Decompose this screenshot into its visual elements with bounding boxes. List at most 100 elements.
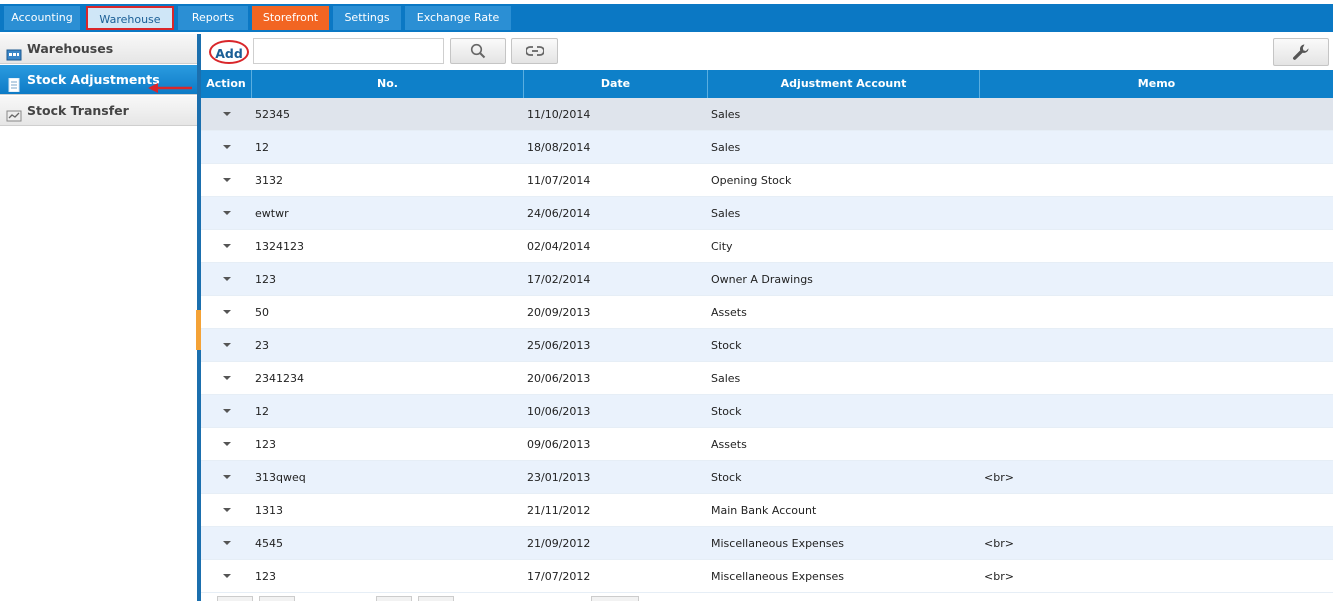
sidebar-item-label: Stock Transfer xyxy=(27,103,129,118)
pager-button[interactable] xyxy=(376,596,412,601)
pager-button[interactable] xyxy=(418,596,454,601)
cell-date: 21/09/2012 xyxy=(527,537,591,550)
cell-no: 4545 xyxy=(255,537,283,550)
cell-no: 52345 xyxy=(255,108,290,121)
table-row[interactable]: 313qweq 23/01/2013 Stock <br> xyxy=(201,461,1333,494)
tab-settings[interactable]: Settings xyxy=(333,6,401,30)
table-row[interactable]: 4545 21/09/2012 Miscellaneous Expenses <br> xyxy=(201,527,1333,560)
row-action-dropdown[interactable] xyxy=(201,230,252,263)
caret-down-icon xyxy=(223,409,231,413)
table-row[interactable]: 52345 11/10/2014 Sales xyxy=(201,98,1333,131)
row-action-dropdown[interactable] xyxy=(201,131,252,164)
page-size-select[interactable] xyxy=(591,596,639,601)
cell-adjustment-account: Assets xyxy=(711,438,747,451)
cell-no: 123 xyxy=(255,273,276,286)
table-header: Action No. Date Adjustment Account Memo xyxy=(201,70,1333,98)
cell-date: 24/06/2014 xyxy=(527,207,591,220)
caret-down-icon xyxy=(223,376,231,380)
cell-adjustment-account: Assets xyxy=(711,306,747,319)
row-action-dropdown[interactable] xyxy=(201,164,252,197)
transfer-icon xyxy=(6,104,22,122)
caret-down-icon xyxy=(223,574,231,578)
add-button[interactable]: Add xyxy=(209,40,249,64)
cell-date: 23/01/2013 xyxy=(527,471,591,484)
caret-down-icon xyxy=(223,277,231,281)
tab-warehouse[interactable]: Warehouse xyxy=(86,6,174,30)
sidebar-item-warehouses[interactable]: Warehouses xyxy=(0,34,197,64)
table-row[interactable]: 1324123 02/04/2014 City xyxy=(201,230,1333,263)
cell-date: 18/08/2014 xyxy=(527,141,591,154)
caret-down-icon xyxy=(223,343,231,347)
table-row[interactable]: 3132 11/07/2014 Opening Stock xyxy=(201,164,1333,197)
column-header-memo[interactable]: Memo xyxy=(980,70,1333,98)
sidebar-item-stock-transfer[interactable]: Stock Transfer xyxy=(0,96,197,126)
sidebar-item-label: Stock Adjustments xyxy=(27,72,160,87)
row-action-dropdown[interactable] xyxy=(201,494,252,527)
cell-date: 11/07/2014 xyxy=(527,174,591,187)
cell-date: 11/10/2014 xyxy=(527,108,591,121)
table-row[interactable]: 123 17/07/2012 Miscellaneous Expenses <br> xyxy=(201,560,1333,593)
column-header-adjustment-account[interactable]: Adjustment Account xyxy=(708,70,980,98)
table-row[interactable]: 12 10/06/2013 Stock xyxy=(201,395,1333,428)
column-header-action[interactable]: Action xyxy=(201,70,252,98)
cell-memo: <br> xyxy=(984,537,1014,550)
cell-adjustment-account: Stock xyxy=(711,339,742,352)
cell-adjustment-account: Miscellaneous Expenses xyxy=(711,537,845,550)
row-action-dropdown[interactable] xyxy=(201,428,252,461)
row-action-dropdown[interactable] xyxy=(201,329,252,362)
tab-accounting[interactable]: Accounting xyxy=(4,6,80,30)
annotation-arrow-icon xyxy=(148,74,194,93)
cell-memo: <br> xyxy=(984,471,1014,484)
reset-button[interactable] xyxy=(511,38,558,64)
table-row[interactable]: 50 20/09/2013 Assets xyxy=(201,296,1333,329)
table-row[interactable]: 123 17/02/2014 Owner A Drawings xyxy=(201,263,1333,296)
cell-adjustment-account: Sales xyxy=(711,141,741,154)
top-nav-bar: Accounting Warehouse Reports Storefront … xyxy=(0,4,1333,32)
settings-button[interactable] xyxy=(1273,38,1329,66)
tab-exchange-rate[interactable]: Exchange Rate xyxy=(405,6,511,30)
cell-date: 02/04/2014 xyxy=(527,240,591,253)
caret-down-icon xyxy=(223,244,231,248)
sidebar-item-stock-adjustments[interactable]: Stock Adjustments xyxy=(0,65,197,95)
table-row[interactable]: ewtwr 24/06/2014 Sales xyxy=(201,197,1333,230)
cell-no: 3132 xyxy=(255,174,283,187)
row-action-dropdown[interactable] xyxy=(201,461,252,494)
cell-no: 23 xyxy=(255,339,269,352)
table-row[interactable]: 123 09/06/2013 Assets xyxy=(201,428,1333,461)
search-input[interactable] xyxy=(253,38,444,64)
row-action-dropdown[interactable] xyxy=(201,98,252,131)
cell-date: 17/07/2012 xyxy=(527,570,591,583)
column-header-date[interactable]: Date xyxy=(524,70,708,98)
column-header-no[interactable]: No. xyxy=(252,70,524,98)
caret-down-icon xyxy=(223,112,231,116)
pager-button[interactable] xyxy=(259,596,295,601)
table-row[interactable]: 23 25/06/2013 Stock xyxy=(201,329,1333,362)
row-action-dropdown[interactable] xyxy=(201,395,252,428)
caret-down-icon xyxy=(223,145,231,149)
table-row[interactable]: 12 18/08/2014 Sales xyxy=(201,131,1333,164)
cell-adjustment-account: Opening Stock xyxy=(711,174,792,187)
row-action-dropdown[interactable] xyxy=(201,560,252,593)
caret-down-icon xyxy=(223,211,231,215)
cell-adjustment-account: Stock xyxy=(711,405,742,418)
cell-no: 2341234 xyxy=(255,372,304,385)
row-action-dropdown[interactable] xyxy=(201,197,252,230)
cell-no: 123 xyxy=(255,438,276,451)
tab-reports[interactable]: Reports xyxy=(178,6,248,30)
caret-down-icon xyxy=(223,475,231,479)
pagination-bar xyxy=(201,596,1333,601)
tab-storefront[interactable]: Storefront xyxy=(252,6,329,30)
pager-button[interactable] xyxy=(217,596,253,601)
caret-down-icon xyxy=(223,508,231,512)
table-row[interactable]: 2341234 20/06/2013 Sales xyxy=(201,362,1333,395)
search-button[interactable] xyxy=(450,38,506,64)
row-action-dropdown[interactable] xyxy=(201,263,252,296)
sidebar: Warehouses Stock Adjustments Stock Trans… xyxy=(0,34,197,601)
caret-down-icon xyxy=(223,541,231,545)
row-action-dropdown[interactable] xyxy=(201,296,252,329)
row-action-dropdown[interactable] xyxy=(201,362,252,395)
table-row[interactable]: 1313 21/11/2012 Main Bank Account xyxy=(201,494,1333,527)
cell-no: 50 xyxy=(255,306,269,319)
cell-no: 123 xyxy=(255,570,276,583)
row-action-dropdown[interactable] xyxy=(201,527,252,560)
